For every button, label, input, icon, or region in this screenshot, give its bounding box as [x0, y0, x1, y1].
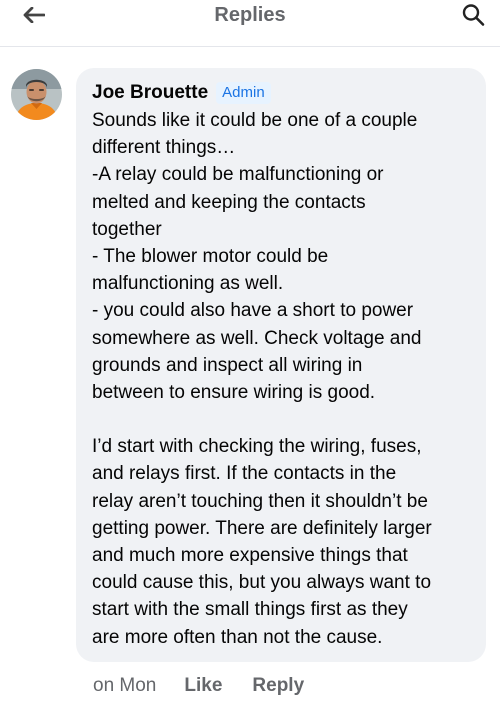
- avatar[interactable]: [11, 69, 62, 120]
- search-button[interactable]: [456, 0, 490, 30]
- like-button[interactable]: Like: [184, 675, 222, 697]
- top-bar: Replies: [0, 0, 500, 47]
- page-title: Replies: [214, 4, 286, 26]
- author-name[interactable]: Joe Brouette: [92, 82, 208, 104]
- comment-actions: on Mon Like Reply: [93, 672, 304, 700]
- comment-header: Joe Brouette Admin: [92, 80, 474, 106]
- comment-bubble: Joe Brouette Admin Sounds like it could …: [76, 68, 486, 662]
- reply-button[interactable]: Reply: [252, 675, 304, 697]
- comment-paragraph-1: Sounds like it could be one of a couple …: [92, 110, 422, 404]
- timestamp[interactable]: on Mon: [93, 675, 156, 697]
- search-icon: [462, 4, 485, 26]
- comment-paragraph-2: I’d start with checking the wiring, fuse…: [92, 436, 432, 648]
- admin-badge: Admin: [216, 82, 271, 104]
- profile-photo: [11, 69, 62, 120]
